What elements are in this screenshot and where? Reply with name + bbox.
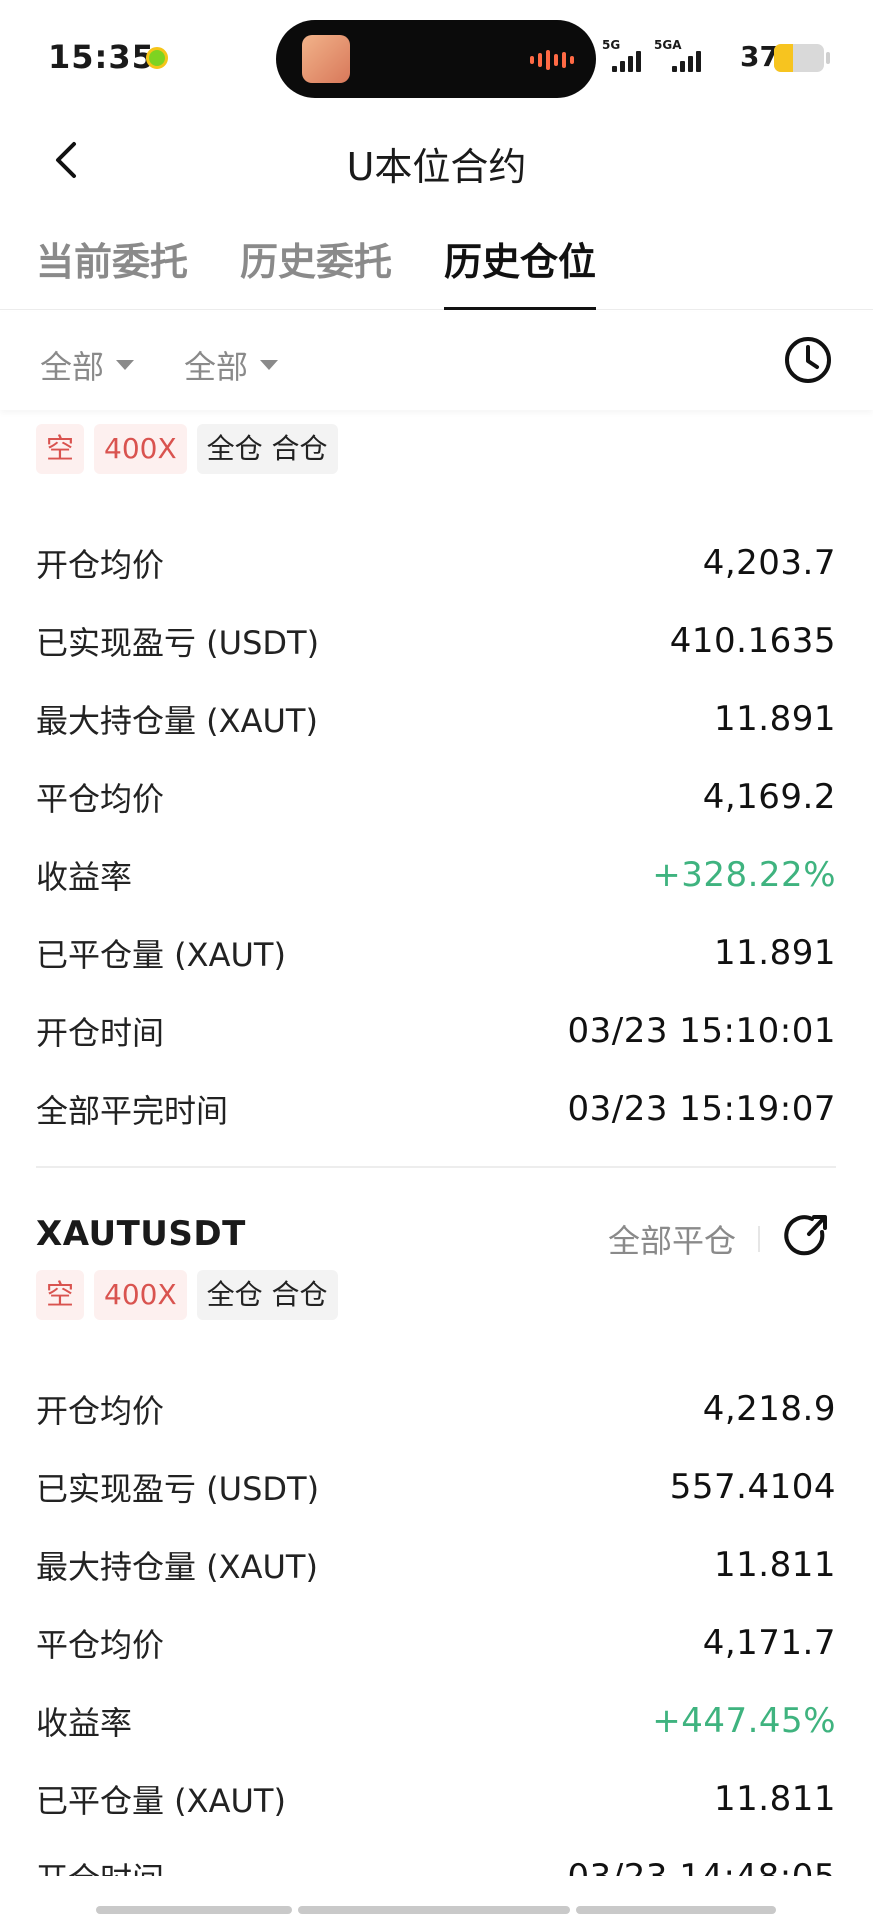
position-card: XAUTUSDT 全部平仓 空 400X 全仓 合仓 开仓均价 4,218.9 已… — [36, 1210, 836, 1916]
tab-position-history[interactable]: 历史仓位 — [444, 230, 597, 310]
detail-row: 开仓均价 4,203.7 — [36, 524, 836, 602]
position-tags: 空 400X 全仓 合仓 — [36, 424, 836, 480]
detail-value: 11.811 — [714, 1545, 836, 1585]
detail-row: 已实现盈亏 (USDT) 410.1635 — [36, 602, 836, 680]
detail-row: 全部平完时间 03/23 15:19:07 — [36, 1070, 836, 1148]
detail-label: 已实现盈亏 (USDT) — [36, 1470, 320, 1508]
detail-value: 11.891 — [714, 699, 836, 739]
detail-label: 已平仓量 (XAUT) — [36, 936, 286, 974]
position-symbol: XAUTUSDT — [36, 1214, 246, 1254]
detail-value: 4,218.9 — [702, 1389, 836, 1429]
caret-down-icon — [116, 360, 135, 370]
tab-current-orders[interactable]: 当前委托 — [36, 230, 188, 310]
detail-row: 平仓均价 4,171.7 — [36, 1604, 836, 1682]
detail-value: 03/23 15:19:07 — [567, 1089, 836, 1129]
detail-value: 4,169.2 — [702, 777, 836, 817]
app-screen: 15:35 5G 5GA 37% U本位合约 当前委 — [0, 0, 873, 1920]
caret-down-icon — [260, 360, 279, 370]
filter-dropdown-2[interactable]: 全部 — [184, 342, 279, 388]
detail-label: 开仓时间 — [36, 1014, 165, 1052]
filter-dropdown-1-label: 全部 — [40, 348, 105, 386]
status-time: 15:35 — [48, 38, 155, 76]
tag-margin-mode: 全仓 合仓 — [196, 1270, 338, 1320]
detail-value: 4,171.7 — [702, 1623, 836, 1663]
tag-direction: 空 — [36, 1270, 85, 1320]
tag-margin-mode: 全仓 合仓 — [196, 424, 338, 474]
detail-label: 平仓均价 — [36, 780, 165, 818]
detail-value: 557.4104 — [669, 1467, 836, 1507]
dynamic-island[interactable] — [276, 20, 596, 98]
detail-label: 全部平完时间 — [36, 1092, 229, 1130]
tab-bar: 当前委托 历史委托 历史仓位 — [0, 230, 873, 310]
position-header: XAUTUSDT 全部平仓 — [36, 1210, 836, 1270]
share-arrow-icon — [784, 1215, 827, 1256]
position-details: 开仓均价 4,218.9 已实现盈亏 (USDT) 557.4104 最大持仓量 (… — [36, 1370, 836, 1916]
filter-dropdown-1[interactable]: 全部 — [40, 342, 135, 388]
tag-direction: 空 — [36, 424, 85, 474]
page-title: U本位合约 — [346, 145, 527, 189]
detail-label: 收益率 — [36, 858, 133, 896]
share-button[interactable] — [782, 1210, 832, 1260]
music-app-icon — [146, 47, 168, 69]
time-filter-button[interactable] — [782, 334, 834, 386]
battery-cap — [826, 52, 830, 64]
detail-label: 最大持仓量 (XAUT) — [36, 702, 318, 740]
roi-value: +328.22% — [652, 855, 836, 895]
filter-dropdown-2-label: 全部 — [184, 348, 249, 386]
battery-icon — [774, 44, 824, 72]
status-bar: 15:35 5G 5GA 37% — [0, 0, 873, 110]
detail-label: 收益率 — [36, 1704, 133, 1742]
home-indicator[interactable] — [96, 1906, 776, 1914]
detail-row: 平仓均价 4,169.2 — [36, 758, 836, 836]
roi-value: +447.45% — [652, 1701, 836, 1741]
clock-icon — [785, 337, 831, 383]
position-card: 空 400X 全仓 合仓 开仓均价 4,203.7 已实现盈亏 (USDT) 410… — [36, 424, 836, 1148]
detail-label: 已平仓量 (XAUT) — [36, 1782, 286, 1820]
detail-value: 11.891 — [714, 933, 836, 973]
position-tags: 空 400X 全仓 合仓 — [36, 1270, 836, 1326]
tab-order-history[interactable]: 历史委托 — [240, 230, 392, 310]
card-divider — [36, 1166, 836, 1168]
filter-bar: 全部 全部 — [0, 312, 873, 410]
audio-wave-icon — [530, 50, 574, 70]
detail-label: 开仓均价 — [36, 546, 165, 584]
position-details: 开仓均价 4,203.7 已实现盈亏 (USDT) 410.1635 最大持仓量 (… — [36, 524, 836, 1148]
detail-row: 收益率 +447.45% — [36, 1682, 836, 1760]
detail-label: 最大持仓量 (XAUT) — [36, 1548, 318, 1586]
detail-row: 已平仓量 (XAUT) 11.811 — [36, 1760, 836, 1838]
detail-label: 平仓均价 — [36, 1626, 165, 1664]
detail-value: 410.1635 — [669, 621, 836, 661]
vertical-divider — [758, 1226, 760, 1252]
detail-label: 开仓均价 — [36, 1392, 165, 1430]
battery-level — [774, 44, 793, 72]
detail-value: 4,203.7 — [702, 543, 836, 583]
top-bar: U本位合约 — [0, 110, 873, 210]
detail-row: 最大持仓量 (XAUT) 11.811 — [36, 1526, 836, 1604]
detail-label: 已实现盈亏 (USDT) — [36, 624, 320, 662]
signal-bars-icon-2 — [672, 48, 701, 72]
detail-row: 收益率 +328.22% — [36, 836, 836, 914]
close-all-button[interactable]: 全部平仓 — [608, 1216, 736, 1262]
detail-value: 03/23 15:10:01 — [567, 1011, 836, 1051]
tag-leverage: 400X — [94, 424, 187, 474]
now-playing-thumbnail — [302, 35, 350, 83]
detail-row: 已实现盈亏 (USDT) 557.4104 — [36, 1448, 836, 1526]
detail-row: 开仓均价 4,218.9 — [36, 1370, 836, 1448]
tag-leverage: 400X — [94, 1270, 187, 1320]
detail-value: 11.811 — [714, 1779, 836, 1819]
detail-row: 开仓时间 03/23 15:10:01 — [36, 992, 836, 1070]
signal-bars-icon — [612, 48, 641, 72]
detail-row: 最大持仓量 (XAUT) 11.891 — [36, 680, 836, 758]
detail-row: 已平仓量 (XAUT) 11.891 — [36, 914, 836, 992]
